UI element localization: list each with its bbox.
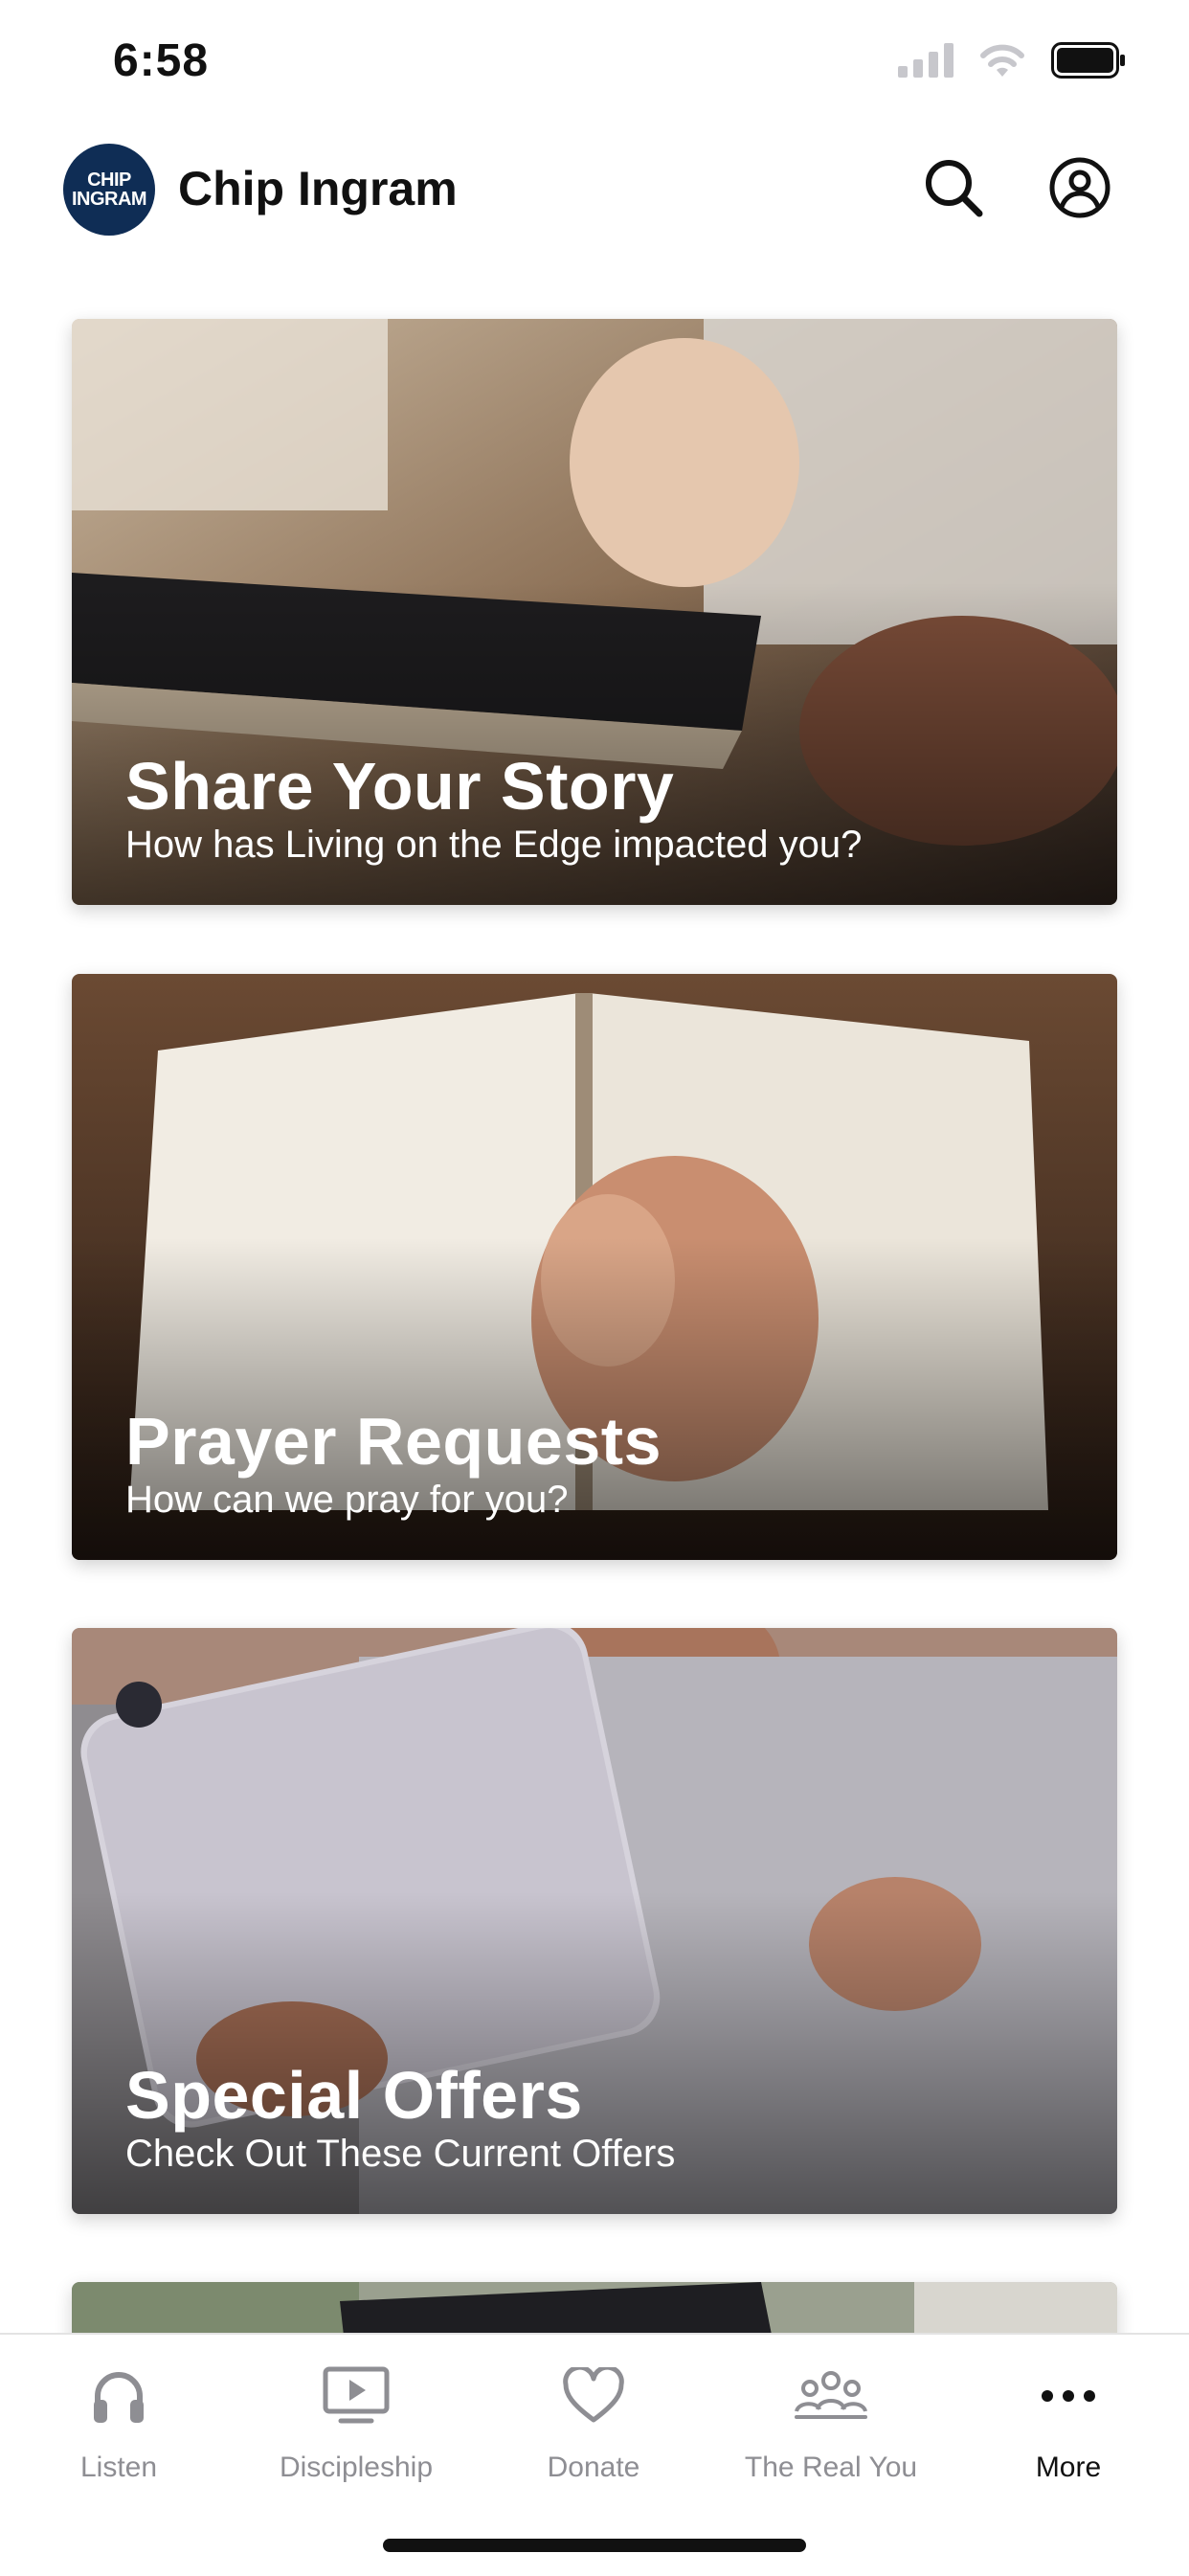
- logo-line-1: CHIP: [87, 169, 131, 191]
- cellular-signal-icon: [898, 43, 953, 78]
- battery-icon: [1051, 42, 1125, 79]
- card-title: Prayer Requests: [125, 1404, 662, 1479]
- account-button[interactable]: [1043, 151, 1116, 224]
- account-circle-icon: [1049, 157, 1110, 218]
- headphones-icon: [94, 2372, 144, 2423]
- app-title: Chip Ingram: [178, 162, 458, 215]
- home-indicator: [383, 2539, 806, 2552]
- logo-line-2: INGRAM: [71, 189, 147, 210]
- wifi-icon: [980, 44, 1024, 77]
- tab-donate[interactable]: Donate: [488, 2358, 699, 2501]
- card-share-your-story[interactable]: Share Your Story How has Living on the E…: [72, 319, 1117, 905]
- tab-label: Donate: [547, 2452, 640, 2483]
- tab-label: Discipleship: [279, 2452, 434, 2483]
- tab-label: The Real You: [744, 2452, 918, 2483]
- card-title: Share Your Story: [125, 749, 675, 824]
- heart-icon: [563, 2367, 624, 2423]
- card-title: Special Offers: [125, 2058, 583, 2133]
- brand-logo[interactable]: CHIP INGRAM: [63, 144, 155, 236]
- status-bar: 6:58: [0, 0, 1189, 124]
- tab-label: More: [1035, 2452, 1102, 2483]
- ellipsis-icon: [1042, 2390, 1095, 2402]
- tab-listen[interactable]: Listen: [13, 2358, 224, 2501]
- card-subtitle: Check Out These Current Offers: [125, 2133, 676, 2175]
- tab-more[interactable]: More: [963, 2358, 1174, 2501]
- tab-bar: Listen Discipleship Donate The Real You …: [0, 2333, 1189, 2576]
- group-icon: [795, 2371, 867, 2419]
- search-icon: [926, 160, 983, 217]
- card-subtitle: How has Living on the Edge impacted you?: [125, 824, 863, 866]
- tab-the-real-you[interactable]: The Real You: [726, 2358, 936, 2501]
- card-prayer-requests[interactable]: Prayer Requests How can we pray for you?: [72, 974, 1117, 1560]
- search-button[interactable]: [917, 151, 990, 224]
- card-subtitle: How can we pray for you?: [125, 1479, 569, 1521]
- play-screen-icon: [323, 2366, 390, 2424]
- tab-discipleship[interactable]: Discipleship: [251, 2358, 461, 2501]
- card-special-offers[interactable]: Special Offers Check Out These Current O…: [72, 1628, 1117, 2214]
- app-header: CHIP INGRAM Chip Ingram: [0, 134, 1189, 249]
- tab-label: Listen: [79, 2452, 158, 2483]
- status-time: 6:58: [113, 35, 210, 86]
- status-icons: [898, 42, 1126, 79]
